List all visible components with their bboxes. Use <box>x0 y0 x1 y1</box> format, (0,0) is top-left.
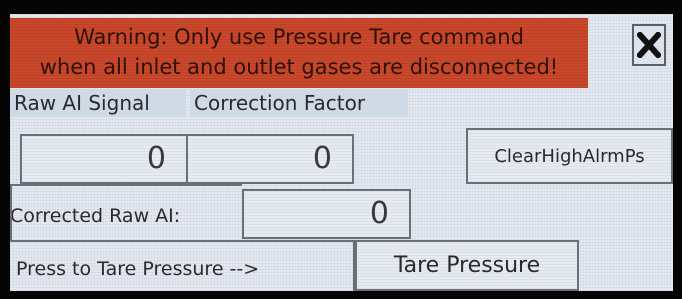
warning-line-2: when all inlet and outlet gases are disc… <box>39 55 559 79</box>
clear-high-alarm-button[interactable]: ClearHighAlrmPs <box>466 128 673 184</box>
corrected-raw-ai-label: Corrected Raw AI: <box>10 205 181 227</box>
warning-line-1: Warning: Only use Pressure Tare command <box>74 25 524 49</box>
tare-pressure-button[interactable]: Tare Pressure <box>355 240 579 291</box>
raw-ai-signal-header: Raw AI Signal <box>10 89 186 117</box>
press-to-tare-label: Press to Tare Pressure --> <box>16 258 260 280</box>
correction-factor-value[interactable]: 0 <box>186 134 354 184</box>
corrected-raw-ai-value[interactable]: 0 <box>242 189 411 239</box>
pressure-tare-panel: Warning: Only use Pressure Tare command … <box>10 14 673 291</box>
warning-banner: Warning: Only use Pressure Tare command … <box>10 18 588 88</box>
device-screen: Warning: Only use Pressure Tare command … <box>0 0 682 299</box>
close-button[interactable] <box>632 24 666 66</box>
close-x-icon <box>637 32 661 58</box>
correction-factor-header: Correction Factor <box>190 89 408 117</box>
raw-ai-signal-value[interactable]: 0 <box>20 134 188 184</box>
